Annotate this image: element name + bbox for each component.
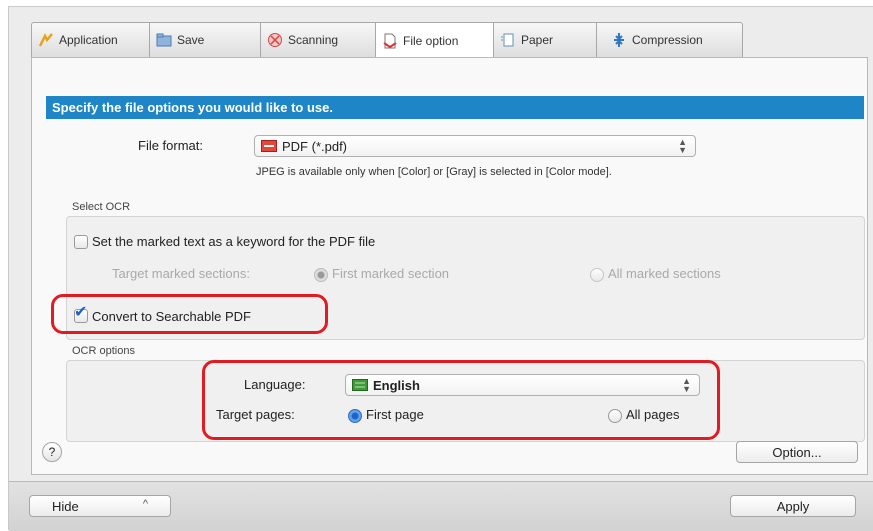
hide-button[interactable]: Hide ^ — [29, 495, 171, 517]
tab-compression[interactable]: Compression — [597, 22, 743, 58]
ocr-options-highlight — [202, 360, 720, 440]
file-format-label: File format: — [138, 138, 204, 153]
all-marked-radio[interactable] — [590, 268, 604, 282]
tab-label: Scanning — [288, 33, 339, 47]
file-format-value: PDF (*.pdf) — [282, 138, 348, 154]
pdf-icon — [261, 140, 277, 152]
paper-icon — [501, 33, 514, 47]
first-marked-radio[interactable] — [314, 268, 328, 282]
help-button[interactable]: ? — [42, 442, 62, 462]
file-option-panel: Specify the file options you would like … — [31, 57, 868, 475]
select-arrows-icon: ▲ ▼ — [678, 137, 687, 155]
tab-label: File option — [403, 33, 459, 48]
all-marked-label: All marked sections — [608, 266, 721, 281]
save-folder-icon — [156, 33, 172, 47]
scan-settings-window: Application Save Scanning File option Pa… — [8, 6, 873, 531]
file-format-select[interactable]: PDF (*.pdf) ▲ ▼ — [254, 135, 696, 157]
tab-scanning[interactable]: Scanning — [261, 22, 376, 58]
file-option-icon — [383, 33, 397, 48]
file-format-note: JPEG is available only when [Color] or [… — [256, 166, 612, 178]
target-sections-label: Target marked sections: — [112, 266, 251, 281]
tab-application[interactable]: Application — [31, 22, 150, 58]
option-button[interactable]: Option... — [736, 441, 858, 463]
keyword-checkbox-label: Set the marked text as a keyword for the… — [92, 234, 376, 249]
tab-label: Save — [177, 33, 205, 47]
tab-file-option[interactable]: File option — [376, 22, 494, 59]
tab-label: Application — [59, 33, 118, 47]
compression-icon — [614, 33, 624, 47]
select-ocr-title: Select OCR — [72, 201, 131, 213]
searchable-pdf-highlight — [51, 294, 328, 334]
tab-paper[interactable]: Paper — [494, 22, 597, 58]
tab-bar: Application Save Scanning File option Pa… — [31, 22, 743, 59]
hide-button-label: Hide — [52, 498, 79, 514]
chevron-up-icon: ^ — [142, 498, 148, 510]
ocr-options-title: OCR options — [72, 345, 135, 357]
apply-button[interactable]: Apply — [730, 495, 856, 517]
keyword-checkbox[interactable] — [74, 235, 88, 249]
scanning-icon — [268, 33, 282, 47]
application-icon — [38, 33, 53, 47]
first-marked-label: First marked section — [332, 266, 450, 281]
tab-label: Compression — [632, 33, 703, 47]
tab-label: Paper — [521, 33, 554, 47]
bottom-bar: Hide ^ Apply — [9, 481, 873, 531]
tab-save[interactable]: Save — [150, 22, 261, 58]
panel-banner: Specify the file options you would like … — [46, 96, 864, 119]
